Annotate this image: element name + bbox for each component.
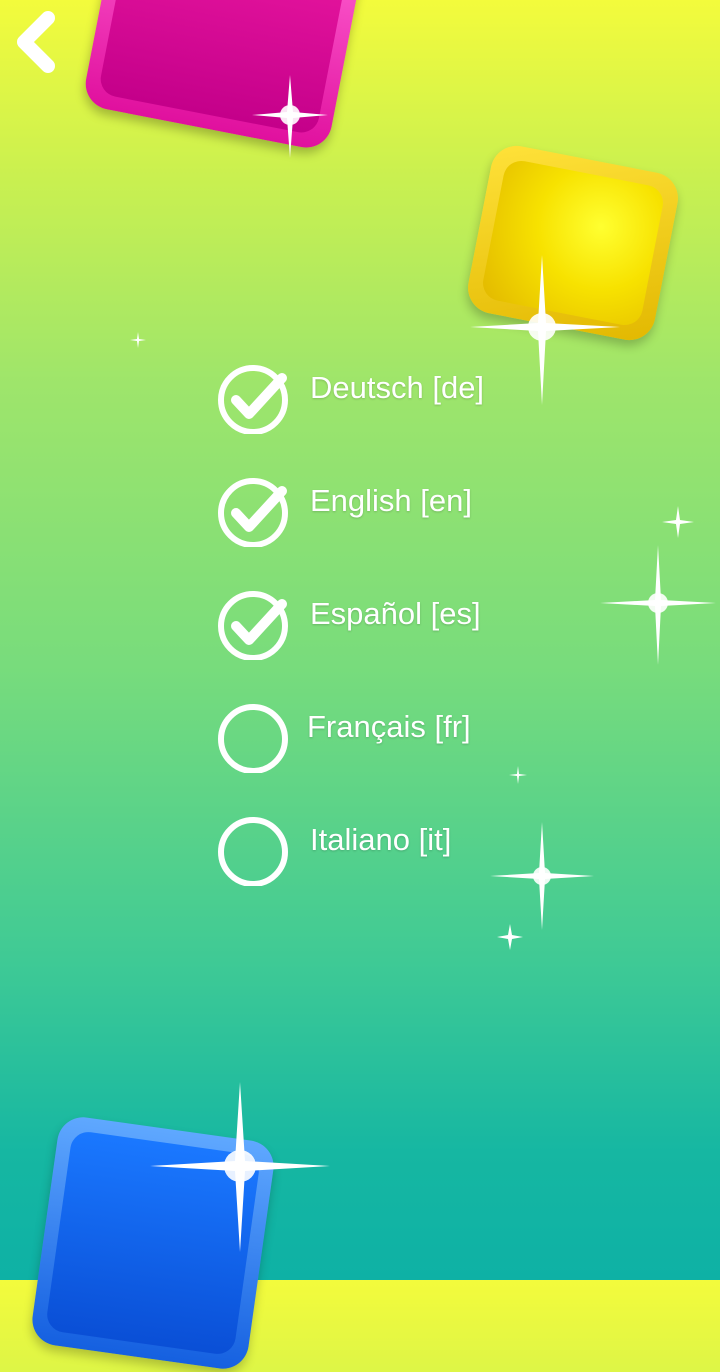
check-circle-icon[interactable] xyxy=(218,473,292,547)
sparkle-icon xyxy=(600,545,716,665)
empty-circle-icon[interactable] xyxy=(218,699,292,773)
check-circle-icon[interactable] xyxy=(218,586,292,660)
check-circle-icon[interactable] xyxy=(218,360,292,434)
language-item-it[interactable]: Italiano [it] xyxy=(210,806,550,886)
empty-circle-icon[interactable] xyxy=(218,812,292,886)
language-label: Español [es] xyxy=(310,596,481,631)
sparkle-icon xyxy=(662,506,694,538)
language-label: English [en] xyxy=(310,483,472,518)
yellow-gem-decoration xyxy=(463,141,683,345)
language-label: Italiano [it] xyxy=(310,822,452,857)
language-item-en[interactable]: English [en] xyxy=(210,467,550,547)
sparkle-icon xyxy=(497,924,523,950)
language-label: Français [fr] xyxy=(307,709,471,744)
sparkle-icon xyxy=(130,332,146,348)
chevron-left-icon xyxy=(17,11,55,73)
language-item-es[interactable]: Español [es] xyxy=(210,580,550,660)
back-button[interactable] xyxy=(12,10,68,74)
language-label: Deutsch [de] xyxy=(310,370,485,405)
blue-gem-decoration xyxy=(29,1113,277,1372)
language-item-de[interactable]: Deutsch [de] xyxy=(210,354,550,434)
pink-gem-decoration xyxy=(81,0,365,153)
language-item-fr[interactable]: Français [fr] xyxy=(210,693,550,773)
